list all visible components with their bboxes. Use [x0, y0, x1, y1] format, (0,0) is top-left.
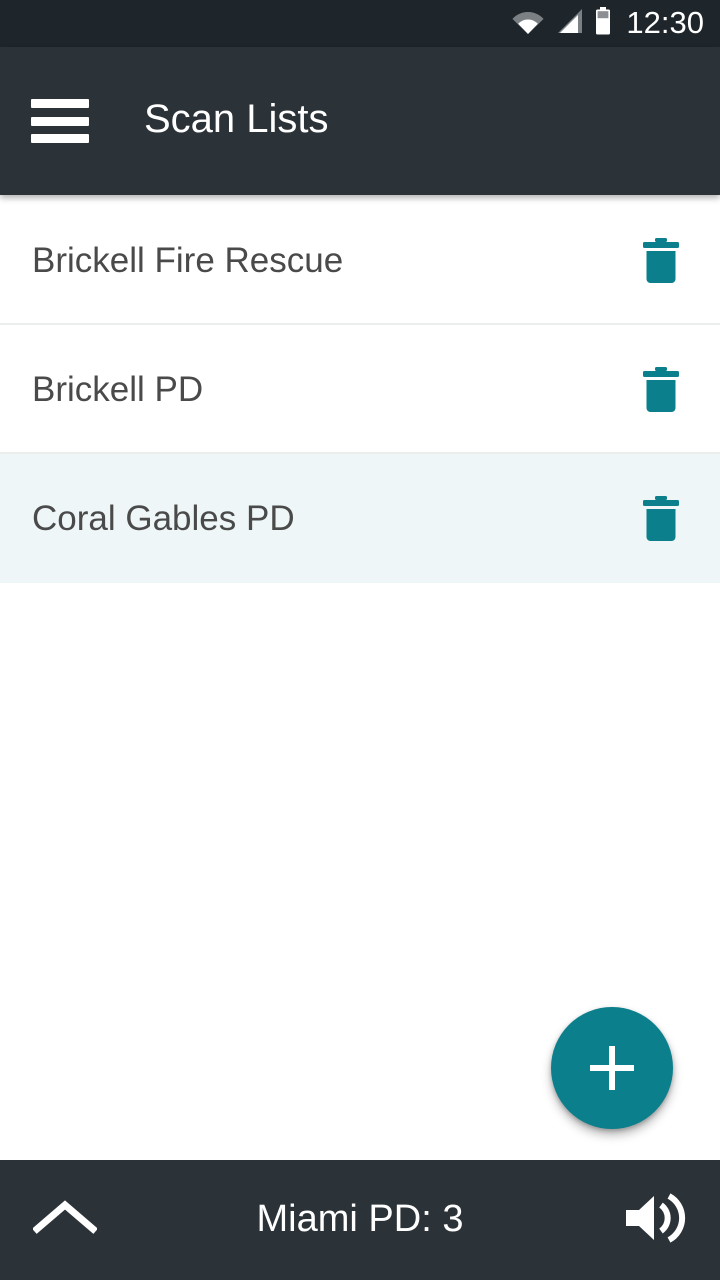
volume-button[interactable] — [590, 1192, 720, 1249]
volume-up-icon — [624, 1192, 686, 1249]
trash-icon[interactable] — [624, 224, 698, 298]
battery-icon — [594, 7, 612, 40]
app-bar: Scan Lists — [0, 47, 720, 195]
add-scan-list-button[interactable] — [551, 1007, 673, 1129]
table-row[interactable]: Brickell PD — [0, 325, 720, 454]
now-playing-status: Miami PD: 3 — [256, 1198, 464, 1240]
status-bar-clock: 12:30 — [626, 5, 704, 40]
hamburger-bar-2 — [31, 116, 89, 126]
bottom-status-bar: Miami PD: 3 — [0, 1160, 720, 1280]
trash-icon[interactable] — [624, 482, 698, 556]
cellular-signal-icon — [555, 8, 583, 39]
status-bar: 12:30 — [0, 0, 720, 47]
list-item-label: Brickell PD — [32, 370, 204, 409]
list-item-label: Brickell Fire Rescue — [32, 241, 344, 280]
hamburger-bar-1 — [31, 99, 89, 108]
table-row[interactable]: Coral Gables PD — [0, 454, 720, 583]
hamburger-menu-icon[interactable] — [31, 99, 89, 143]
expand-player-button[interactable] — [0, 1198, 130, 1243]
table-row[interactable]: Brickell Fire Rescue — [0, 196, 720, 325]
trash-icon[interactable] — [624, 353, 698, 427]
hamburger-bar-3 — [31, 134, 89, 143]
wifi-icon — [512, 8, 544, 39]
status-bar-icons — [512, 7, 612, 40]
scan-lists-list: Brickell Fire Rescue Brickell PD Coral G… — [0, 196, 720, 583]
plus-icon — [590, 1046, 634, 1090]
chevron-up-icon — [32, 1198, 98, 1243]
list-item-label: Coral Gables PD — [32, 499, 295, 538]
page-title: Scan Lists — [144, 97, 329, 141]
